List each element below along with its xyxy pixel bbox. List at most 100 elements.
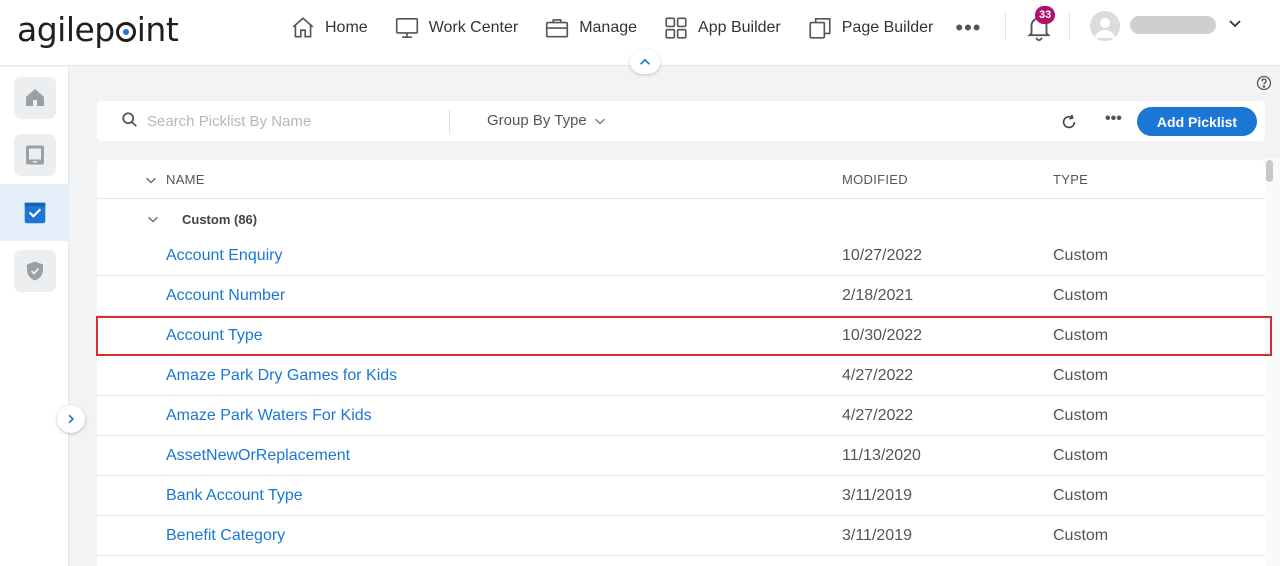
user-name-redacted[interactable] <box>1130 16 1216 34</box>
expand-rail-button[interactable] <box>57 405 85 433</box>
row-name-link[interactable]: Account Enquiry <box>166 247 283 265</box>
rail-tile <box>13 76 56 119</box>
group-by-label: Group By Type <box>487 112 587 129</box>
row-name-link[interactable]: Benefit Category <box>166 527 285 545</box>
row-name-link[interactable]: Bank Account Type <box>166 487 303 505</box>
row-type: Custom <box>1053 287 1109 304</box>
row-type: Custom <box>1053 527 1109 544</box>
nav-manage[interactable]: Manage <box>544 15 637 41</box>
more-options-button[interactable]: ••• <box>1105 110 1122 128</box>
nav-page-builder[interactable]: Page Builder <box>807 15 934 41</box>
nav-divider <box>1069 12 1070 40</box>
row-type: Custom <box>1053 447 1109 464</box>
refresh-icon[interactable] <box>1060 113 1078 131</box>
table-row[interactable]: Account Type 10/30/2022 Custom <box>97 316 1265 356</box>
row-type: Custom <box>1053 327 1109 344</box>
row-name-link[interactable]: Account Number <box>166 287 285 305</box>
picklist-icon <box>24 202 45 223</box>
logo-text-end: int <box>136 10 179 49</box>
column-header-name[interactable]: NAME <box>166 172 205 187</box>
nav-more-button[interactable]: ••• <box>955 15 981 41</box>
rail-tile <box>13 249 56 292</box>
agilepoint-logo[interactable]: agilep int <box>17 10 179 49</box>
top-navigation-bar: agilep int Home Work Center Manage App Bu… <box>0 0 1280 74</box>
row-type: Custom <box>1053 247 1109 264</box>
left-rail <box>0 67 69 566</box>
avatar[interactable] <box>1090 11 1120 41</box>
vertical-scrollbar[interactable] <box>1265 158 1280 566</box>
scrollbar-thumb[interactable] <box>1266 160 1273 182</box>
row-modified: 10/27/2022 <box>842 247 923 264</box>
picklist-toolbar: Group By Type ••• Add Picklist <box>97 101 1265 141</box>
table-row[interactable]: Account Number 2/18/2021 Custom <box>97 276 1265 316</box>
rail-item-picklists[interactable] <box>0 184 69 241</box>
table-row[interactable]: Bank Account Type 3/11/2019 Custom <box>97 476 1265 516</box>
row-modified: 4/27/2022 <box>842 367 914 384</box>
row-modified: 4/27/2022 <box>842 407 914 424</box>
picklist-table: NAME MODIFIED TYPE Custom (86) Account E… <box>97 160 1265 566</box>
briefcase-icon <box>546 19 569 38</box>
search-icon <box>122 112 137 127</box>
table-row[interactable]: Benefit Category 3/11/2019 Custom <box>97 516 1265 556</box>
logo-dot-icon <box>115 22 136 42</box>
nav-home-label: Home <box>325 19 368 36</box>
add-picklist-button[interactable]: Add Picklist <box>1137 107 1257 136</box>
pages-icon <box>809 17 831 39</box>
chevron-down-icon[interactable] <box>144 173 158 187</box>
rail-item-security[interactable] <box>0 242 69 299</box>
collapse-nav-button[interactable] <box>630 50 660 74</box>
row-modified: 10/30/2022 <box>842 327 923 344</box>
group-label: Custom (86) <box>182 212 258 227</box>
row-modified: 3/11/2019 <box>842 527 912 544</box>
help-icon[interactable] <box>1256 75 1272 91</box>
nav-work-center-label: Work Center <box>428 19 519 36</box>
table-row[interactable]: Amaze Park Dry Games for Kids 4/27/2022 … <box>97 356 1265 396</box>
rail-tile <box>13 133 56 176</box>
row-name-link[interactable]: Amaze Park Waters For Kids <box>166 407 372 425</box>
column-header-modified[interactable]: MODIFIED <box>842 172 908 187</box>
nav-manage-label: Manage <box>579 19 638 36</box>
table-header: NAME MODIFIED TYPE <box>97 160 1265 199</box>
group-by-dropdown[interactable]: Group By Type <box>487 112 607 129</box>
row-type: Custom <box>1053 407 1109 424</box>
monitor-icon <box>395 17 418 39</box>
home-icon <box>292 17 314 38</box>
table-row[interactable]: Amaze Park Waters For Kids 4/27/2022 Cus… <box>97 396 1265 436</box>
tablet-icon <box>25 145 44 164</box>
chevron-down-icon <box>594 118 605 125</box>
chevron-down-icon[interactable] <box>146 212 160 226</box>
row-modified: 3/11/2019 <box>842 487 912 504</box>
search-input[interactable] <box>147 110 437 132</box>
chevron-up-icon <box>640 58 650 65</box>
toolbar-divider <box>449 110 450 133</box>
nav-work-center[interactable]: Work Center <box>394 15 519 41</box>
nav-page-builder-label: Page Builder <box>841 19 934 36</box>
home-icon <box>25 88 44 106</box>
row-name-link[interactable]: Amaze Park Dry Games for Kids <box>166 367 397 385</box>
row-name-link[interactable]: Account Type <box>166 327 263 345</box>
chevron-right-icon <box>68 414 75 424</box>
rail-tile <box>14 192 56 234</box>
chevron-down-icon[interactable] <box>1227 15 1243 31</box>
row-modified: 11/13/2020 <box>842 447 921 464</box>
row-modified: 2/18/2021 <box>842 287 914 304</box>
rail-item-home[interactable] <box>0 69 69 126</box>
nav-app-builder-label: App Builder <box>698 19 781 36</box>
shield-icon <box>26 261 43 280</box>
nav-app-builder[interactable]: App Builder <box>663 15 781 41</box>
logo-text-start: agilep <box>17 10 115 49</box>
group-row-custom[interactable]: Custom (86) <box>97 200 1265 238</box>
main-nav: Home Work Center Manage App Builder Page… <box>290 14 981 42</box>
user-icon <box>1095 18 1115 38</box>
row-type: Custom <box>1053 367 1109 384</box>
nav-divider <box>1005 12 1006 40</box>
row-name-link[interactable]: AssetNewOrReplacement <box>166 447 350 465</box>
notification-badge: 33 <box>1035 6 1056 24</box>
grid-icon <box>665 17 687 39</box>
nav-home[interactable]: Home <box>290 15 368 41</box>
column-header-type[interactable]: TYPE <box>1053 172 1088 187</box>
rail-item-work-center[interactable] <box>0 126 69 183</box>
row-type: Custom <box>1053 487 1109 504</box>
table-row[interactable]: Account Enquiry 10/27/2022 Custom <box>97 236 1265 276</box>
table-row[interactable]: AssetNewOrReplacement 11/13/2020 Custom <box>97 436 1265 476</box>
